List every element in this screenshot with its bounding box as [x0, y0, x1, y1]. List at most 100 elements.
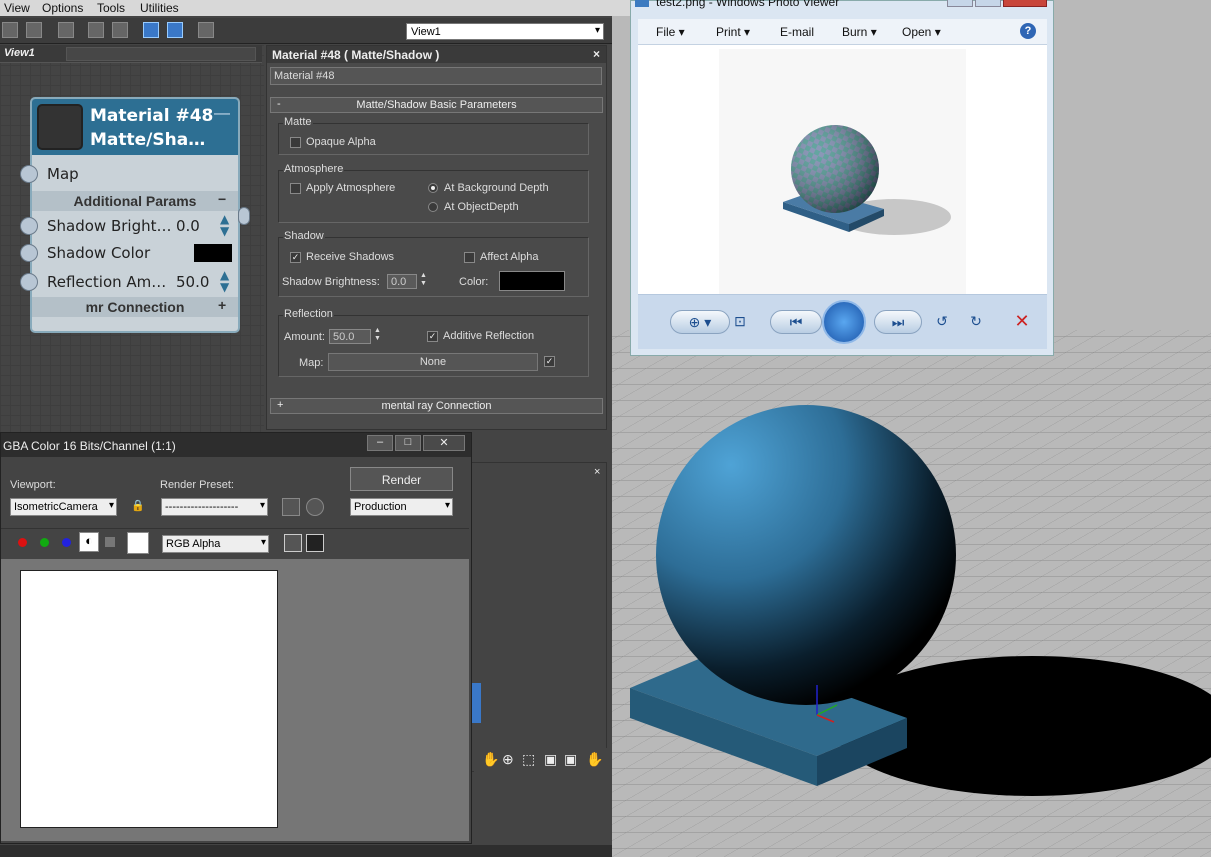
- minimize-icon[interactable]: [947, 0, 973, 7]
- material-name-field[interactable]: Material #48: [270, 67, 602, 85]
- zoom-selected-icon[interactable]: ▣: [564, 751, 577, 768]
- node-row-shadow-color[interactable]: Shadow Color: [20, 240, 238, 266]
- zoom-icon[interactable]: ⊕ ▾: [670, 310, 730, 334]
- map-enable-checkbox[interactable]: ✓: [544, 356, 555, 367]
- minimize-icon[interactable]: —: [214, 105, 230, 123]
- environment-icon[interactable]: [306, 498, 324, 516]
- alpha-channel-icon[interactable]: ◐: [79, 532, 99, 552]
- swatch-icon[interactable]: [127, 532, 149, 554]
- socket-map[interactable]: [20, 165, 38, 183]
- view-select[interactable]: View1: [406, 23, 604, 40]
- actual-size-icon[interactable]: ⊡: [724, 310, 756, 334]
- basic-params-rollout[interactable]: - Matte/Shadow Basic Parameters: [270, 97, 603, 113]
- render-button[interactable]: Render: [350, 467, 453, 491]
- zoom-icon[interactable]: ⊕: [502, 751, 514, 768]
- map-button[interactable]: None: [328, 353, 538, 371]
- production-dropdown[interactable]: Production: [350, 498, 453, 516]
- photo-display-area[interactable]: [638, 45, 1047, 294]
- menu-file[interactable]: File ▾: [656, 25, 685, 39]
- shadow-color-swatch[interactable]: [194, 244, 232, 262]
- viewport-dropdown[interactable]: IsometricCamera: [10, 498, 117, 516]
- close-icon[interactable]: ×: [594, 466, 600, 478]
- node-row-shadow-brightness[interactable]: Shadow Bright… 0.0 ▲ ▼: [20, 213, 238, 239]
- at-background-depth-radio[interactable]: [428, 183, 438, 193]
- toggle-children-icon[interactable]: [143, 22, 159, 38]
- close-icon[interactable]: ×: [593, 47, 600, 61]
- render-title-bar[interactable]: GBA Color 16 Bits/Channel (1:1) ‒ □ ✕: [1, 433, 471, 457]
- shadow-brightness-spinner[interactable]: 0.0: [387, 274, 417, 289]
- clone-icon[interactable]: [284, 534, 302, 552]
- node-row-value[interactable]: 0.0: [176, 217, 200, 235]
- maximize-icon[interactable]: □: [395, 435, 421, 451]
- amount-spinner[interactable]: 50.0: [329, 329, 371, 344]
- collapse-icon[interactable]: −: [218, 191, 226, 207]
- hand-icon[interactable]: ✋: [586, 751, 603, 768]
- socket-reflection[interactable]: [20, 273, 38, 291]
- menu-print[interactable]: Print ▾: [716, 25, 750, 39]
- rotate-right-icon[interactable]: ↻: [964, 310, 988, 334]
- previous-icon[interactable]: ⏮: [770, 310, 822, 334]
- select-icon[interactable]: [2, 22, 18, 38]
- menu-tools[interactable]: Tools: [97, 1, 125, 15]
- render-canvas[interactable]: [20, 570, 278, 828]
- menu-options[interactable]: Options: [42, 1, 83, 15]
- help-icon[interactable]: ?: [1020, 23, 1036, 39]
- monochrome-icon[interactable]: [105, 537, 115, 547]
- checker-icon[interactable]: [26, 22, 42, 38]
- render-preset-dropdown[interactable]: --------------------: [161, 498, 268, 516]
- menu-utilities[interactable]: Utilities: [140, 1, 179, 15]
- next-icon[interactable]: ⏭: [874, 310, 922, 334]
- at-object-depth-radio[interactable]: [428, 202, 438, 212]
- render-setup-icon[interactable]: [282, 498, 300, 516]
- mr-connection-rollout[interactable]: + mental ray Connection: [270, 398, 603, 414]
- material-node[interactable]: Material #48 Matte/Sha… — Map Additional…: [20, 97, 250, 333]
- spinner-arrows-icon[interactable]: ▲ ▼: [420, 272, 427, 288]
- mr-connection-header[interactable]: mr Connection +: [32, 297, 238, 317]
- zoom-region-icon[interactable]: ⬚: [522, 751, 535, 768]
- menu-view[interactable]: View: [4, 1, 30, 15]
- opaque-alpha-checkbox[interactable]: [290, 137, 301, 148]
- node-header[interactable]: Material #48 Matte/Sha… —: [32, 99, 238, 155]
- affect-alpha-checkbox[interactable]: [464, 252, 475, 263]
- pan-icon[interactable]: ✋: [482, 751, 499, 768]
- close-icon[interactable]: [1003, 0, 1047, 7]
- receive-shadows-checkbox[interactable]: ✓: [290, 252, 301, 263]
- menu-email[interactable]: E-mail: [780, 25, 814, 39]
- maximize-icon[interactable]: [975, 0, 1001, 7]
- layout-icon[interactable]: [58, 22, 74, 38]
- spinner-icon[interactable]: ▲ ▼: [220, 213, 229, 237]
- apply-atmosphere-checkbox[interactable]: [290, 183, 301, 194]
- menu-open[interactable]: Open ▾: [902, 25, 941, 39]
- hide-unused-icon[interactable]: [167, 22, 183, 38]
- spinner-arrows-icon[interactable]: ▲ ▼: [374, 327, 381, 343]
- channel-dropdown[interactable]: RGB Alpha: [162, 535, 269, 553]
- additive-reflection-checkbox[interactable]: ✓: [427, 331, 438, 342]
- minimize-icon[interactable]: ‒: [367, 435, 393, 451]
- socket-shadow-color[interactable]: [20, 244, 38, 262]
- render-preset-label: Render Preset:: [160, 479, 234, 491]
- node-row-value[interactable]: 50.0: [176, 273, 209, 291]
- rotate-left-icon[interactable]: ↺: [930, 310, 954, 334]
- spinner-icon[interactable]: ▲ ▼: [220, 269, 229, 293]
- delete-icon[interactable]: ✕: [1010, 310, 1034, 334]
- options-icon[interactable]: [198, 22, 214, 38]
- socket-shadow-brightness[interactable]: [20, 217, 38, 235]
- view-tab[interactable]: View1: [0, 45, 262, 63]
- additional-params-header[interactable]: Additional Params −: [32, 191, 238, 211]
- arrange-icon[interactable]: [112, 22, 128, 38]
- display-icon[interactable]: [306, 534, 324, 552]
- node-row-reflection[interactable]: Reflection Am… 50.0 ▲ ▼: [20, 269, 238, 295]
- shadow-color-swatch[interactable]: [499, 271, 565, 291]
- slideshow-icon[interactable]: [822, 300, 866, 344]
- close-icon[interactable]: ✕: [423, 435, 465, 451]
- hierarchy-icon[interactable]: [88, 22, 104, 38]
- lock-icon[interactable]: 🔒: [129, 499, 147, 515]
- expand-icon[interactable]: +: [218, 297, 226, 313]
- blue-channel-icon[interactable]: [62, 538, 71, 547]
- zoom-extents-icon[interactable]: ▣: [544, 751, 557, 768]
- red-channel-icon[interactable]: [18, 538, 27, 547]
- green-channel-icon[interactable]: [40, 538, 49, 547]
- menu-burn[interactable]: Burn ▾: [842, 25, 877, 39]
- node-row-map[interactable]: Map: [20, 161, 238, 187]
- output-socket[interactable]: [238, 207, 250, 225]
